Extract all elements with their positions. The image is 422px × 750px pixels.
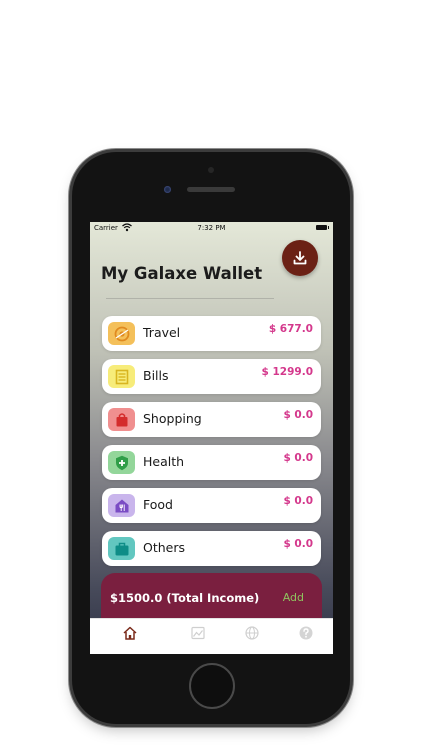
status-time: 7:32 PM	[197, 224, 226, 232]
food-icon	[108, 494, 135, 517]
category-item-shopping[interactable]: Shopping $ 0.0	[102, 402, 321, 437]
category-item-food[interactable]: Food $ 0.0	[102, 488, 321, 523]
category-item-others[interactable]: Others $ 0.0	[102, 531, 321, 566]
category-amount: $ 0.0	[283, 538, 313, 550]
help-icon[interactable]	[298, 625, 314, 641]
category-label: Travel	[143, 325, 181, 340]
title-divider	[106, 298, 274, 299]
travel-icon	[108, 322, 135, 345]
app-screen: Carrier 7:32 PM My Galaxe Wallet Travel …	[90, 222, 333, 654]
proximity-sensor	[208, 167, 214, 173]
category-item-health[interactable]: Health $ 0.0	[102, 445, 321, 480]
globe-icon[interactable]	[244, 625, 260, 641]
battery-icon	[316, 225, 329, 230]
total-income-text: $1500.0 (Total Income)	[110, 591, 260, 605]
shopping-bag-icon	[108, 408, 135, 431]
category-label: Shopping	[143, 411, 202, 426]
category-item-bills[interactable]: Bills $ 1299.0	[102, 359, 321, 394]
bills-icon	[108, 365, 135, 388]
category-label: Food	[143, 497, 173, 512]
category-amount: $ 1299.0	[261, 366, 313, 378]
tab-bar	[90, 618, 333, 654]
health-shield-icon	[108, 451, 135, 474]
download-button[interactable]	[282, 240, 318, 276]
add-income-button[interactable]: Add	[283, 591, 304, 604]
category-item-travel[interactable]: Travel $ 677.0	[102, 316, 321, 351]
download-icon	[293, 251, 307, 265]
home-icon[interactable]	[122, 625, 138, 641]
category-label: Health	[143, 454, 185, 469]
front-camera	[164, 186, 171, 193]
category-amount: $ 677.0	[268, 323, 313, 335]
home-button[interactable]	[189, 663, 235, 709]
chart-icon[interactable]	[190, 625, 206, 641]
category-label: Bills	[143, 368, 169, 383]
status-bar: Carrier 7:32 PM	[90, 222, 333, 236]
briefcase-icon	[108, 537, 135, 560]
category-label: Others	[143, 540, 186, 555]
earpiece-speaker	[187, 187, 235, 192]
category-amount: $ 0.0	[283, 495, 313, 507]
category-amount: $ 0.0	[283, 409, 313, 421]
category-amount: $ 0.0	[283, 452, 313, 464]
page-title: My Galaxe Wallet	[101, 264, 263, 283]
